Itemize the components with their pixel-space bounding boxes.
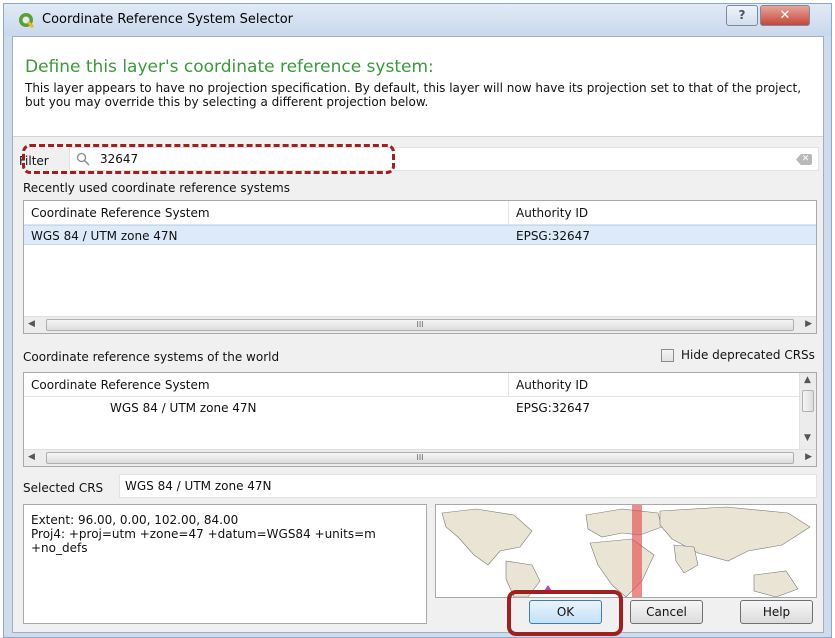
cancel-button[interactable]: Cancel — [630, 600, 703, 624]
crs-name-cell: WGS 84 / UTM zone 47N — [31, 229, 178, 243]
column-header-crs[interactable]: Coordinate Reference System — [31, 378, 210, 392]
scroll-down-icon[interactable]: ▼ — [804, 433, 811, 443]
filter-highlight-annotation — [22, 144, 395, 174]
world-vertical-scrollbar[interactable]: ▲ ▼ — [799, 373, 816, 449]
help-titlebar-button[interactable]: ? — [726, 5, 758, 26]
scrollbar-thumb[interactable]: III — [46, 319, 794, 331]
column-divider[interactable] — [508, 373, 509, 397]
header-title: Define this layer's coordinate reference… — [25, 57, 434, 77]
selected-crs-field: WGS 84 / UTM zone 47N — [119, 474, 817, 498]
header-description: This layer appears to have no projection… — [25, 81, 802, 109]
selected-crs-value: WGS 84 / UTM zone 47N — [125, 479, 272, 493]
table-row[interactable]: WGS 84 / UTM zone 47N EPSG:32647 — [24, 398, 799, 418]
crs-name-cell: WGS 84 / UTM zone 47N — [110, 401, 257, 415]
column-header-authority[interactable]: Authority ID — [516, 206, 588, 220]
recent-crs-label: Recently used coordinate reference syste… — [23, 181, 290, 195]
scrollbar-thumb[interactable] — [802, 390, 814, 412]
dialog-body: Define this layer's coordinate reference… — [12, 36, 824, 636]
title-bar: Coordinate Reference System Selector ? ✕ — [4, 4, 831, 36]
authority-id-cell: EPSG:32647 — [516, 229, 590, 243]
selected-crs-label: Selected CRS — [23, 481, 104, 495]
hide-deprecated-label[interactable]: Hide deprecated CRSs — [681, 348, 815, 362]
world-crs-table[interactable]: Coordinate Reference System Authority ID… — [23, 372, 817, 467]
selected-zone-band — [632, 505, 642, 597]
scroll-left-icon[interactable]: ◀ — [28, 452, 35, 462]
recent-horizontal-scrollbar[interactable]: ◀ III ▶ — [24, 316, 816, 333]
scroll-right-icon[interactable]: ▶ — [805, 452, 812, 462]
hide-deprecated-checkbox[interactable] — [661, 349, 674, 362]
header-panel: Define this layer's coordinate reference… — [13, 37, 823, 137]
ok-highlight-annotation — [507, 590, 623, 636]
column-divider[interactable] — [508, 201, 509, 225]
scroll-up-icon[interactable]: ▲ — [804, 375, 811, 385]
world-horizontal-scrollbar[interactable]: ◀ III ▶ — [24, 449, 816, 466]
world-map — [436, 505, 816, 597]
scroll-right-icon[interactable]: ▶ — [805, 319, 812, 329]
scroll-left-icon[interactable]: ◀ — [28, 319, 35, 329]
world-table-header: Coordinate Reference System Authority ID — [24, 373, 816, 397]
proj4-text-continued: +no_defs — [31, 541, 88, 555]
qgis-logo-icon — [19, 13, 34, 28]
scrollbar-thumb[interactable]: III — [46, 452, 794, 464]
close-button[interactable]: ✕ — [760, 5, 810, 26]
crs-details-panel: Extent: 96.00, 0.00, 102.00, 84.00 Proj4… — [23, 504, 427, 624]
world-crs-label: Coordinate reference systems of the worl… — [23, 350, 280, 364]
recent-crs-table[interactable]: Coordinate Reference System Authority ID… — [23, 200, 817, 334]
recent-table-header: Coordinate Reference System Authority ID — [24, 201, 816, 225]
dialog-window: Coordinate Reference System Selector ? ✕… — [3, 3, 832, 638]
column-header-authority[interactable]: Authority ID — [516, 378, 588, 392]
help-button[interactable]: Help — [740, 600, 813, 624]
extent-map-preview — [435, 504, 817, 598]
clear-icon[interactable]: ✕ — [796, 154, 812, 165]
extent-text: Extent: 96.00, 0.00, 102.00, 84.00 — [31, 513, 239, 527]
proj4-text: Proj4: +proj=utm +zone=47 +datum=WGS84 +… — [31, 527, 376, 541]
window-title: Coordinate Reference System Selector — [42, 12, 294, 27]
column-header-crs[interactable]: Coordinate Reference System — [31, 206, 210, 220]
table-row[interactable]: WGS 84 / UTM zone 47N EPSG:32647 — [24, 225, 816, 245]
authority-id-cell: EPSG:32647 — [516, 401, 590, 415]
